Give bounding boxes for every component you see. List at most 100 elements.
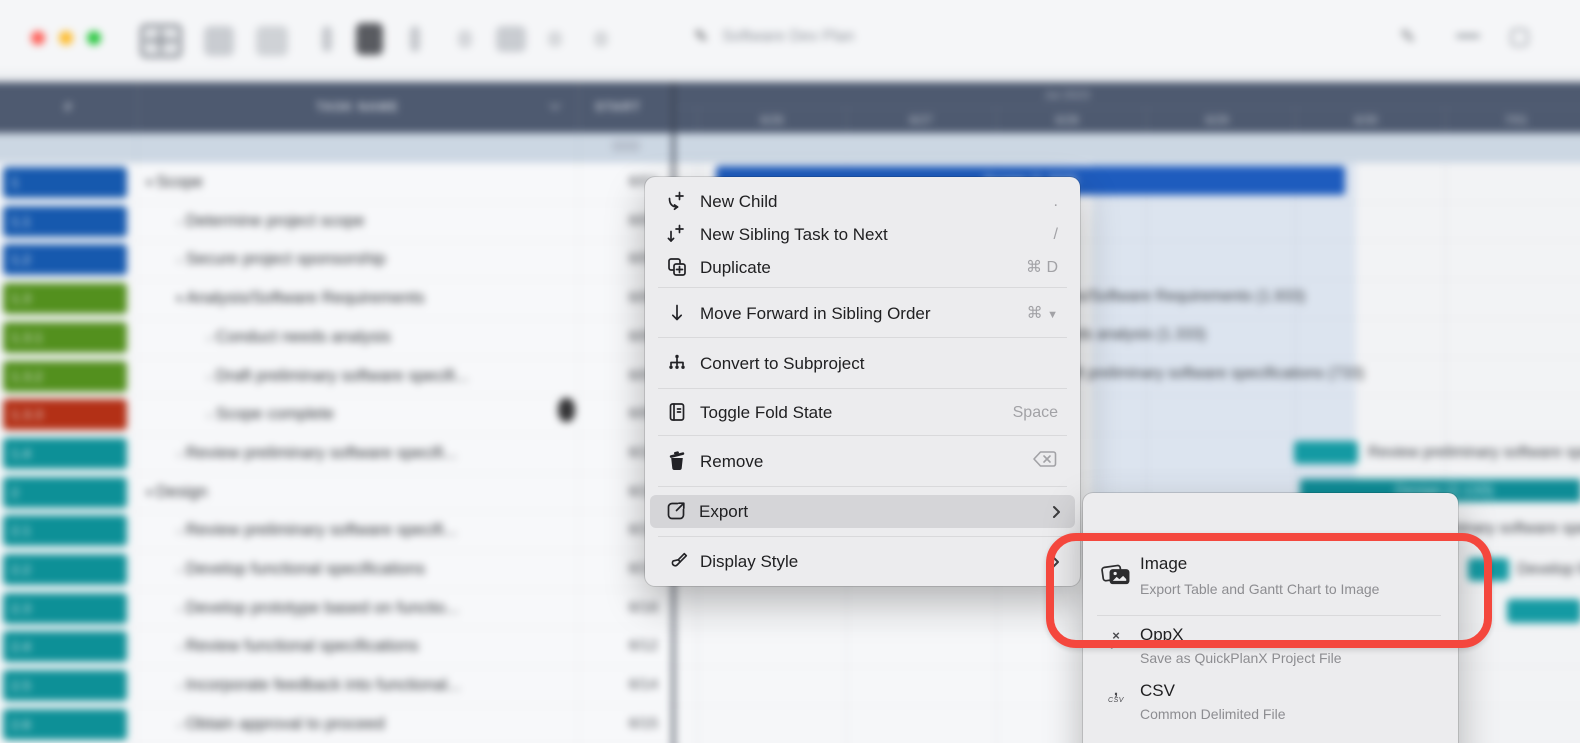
row-badge[interactable]: 2.3 xyxy=(3,593,127,624)
menu-separator xyxy=(658,337,1067,338)
submenu-chevron-icon xyxy=(1052,505,1061,524)
task-name[interactable]: ▾ Analysis/Software Requirements xyxy=(176,279,425,318)
task-name[interactable]: ○ Review functional specifications xyxy=(176,627,419,666)
panel-toggle-icon[interactable] xyxy=(356,23,383,55)
gantt-day-label: 6/26 xyxy=(742,107,802,133)
row-badge[interactable]: 1.3.3 xyxy=(3,399,127,430)
toolbar-icon-4[interactable] xyxy=(458,30,472,48)
task-bullet-icon: ○ xyxy=(206,333,216,345)
document-edit-icon: ✎ xyxy=(694,27,708,47)
row-badge[interactable]: 2.4 xyxy=(3,631,127,662)
start-date[interactable]: 6/16 xyxy=(574,589,658,628)
task-name[interactable]: ○ Determine project scope xyxy=(176,202,365,241)
task-bullet-icon: ○ xyxy=(176,217,186,229)
toolbar-icon-2[interactable] xyxy=(204,26,234,56)
task-name[interactable]: ○ Incorporate feedback into functional..… xyxy=(176,666,461,705)
task-name[interactable]: ○ Conduct needs analysis xyxy=(206,318,391,357)
minimize-window-button[interactable] xyxy=(59,31,73,45)
row-badge[interactable]: 2.6 xyxy=(3,709,127,740)
toolbar-icon-7[interactable] xyxy=(594,31,608,47)
annotation-highlight-ring xyxy=(1046,533,1492,648)
task-bullet-icon: ○ xyxy=(176,681,186,693)
menu-separator xyxy=(658,388,1067,389)
task-bullet-icon: ○ xyxy=(176,565,186,577)
menu-item-display-style[interactable]: Display Style xyxy=(651,545,1074,578)
edit-mode-icon[interactable]: ✎ xyxy=(1400,26,1416,49)
task-name[interactable]: ○ Review preliminary software specifi... xyxy=(176,434,457,473)
task-name[interactable]: ▾ Design xyxy=(146,473,208,512)
menu-item-convert-subproject[interactable]: Convert to Subproject xyxy=(651,347,1074,380)
start-date[interactable]: 6/12 xyxy=(574,627,658,666)
column-header-task-name: TASK NAME xyxy=(137,82,578,133)
gantt-bar-develop-prototype[interactable] xyxy=(1507,599,1580,623)
row-badge[interactable]: 1.1 xyxy=(3,206,127,237)
new-child-icon xyxy=(665,189,691,215)
row-badge[interactable]: 2.1 xyxy=(3,515,127,546)
task-bullet-icon: ○ xyxy=(206,410,216,422)
toolbar-icon-3[interactable] xyxy=(256,26,288,56)
start-date[interactable]: 6/14 xyxy=(574,666,658,705)
move-forward-icon xyxy=(665,301,691,327)
toolbar-divider-1 xyxy=(322,26,332,52)
gantt-bar-label: Develop functional specif xyxy=(1517,560,1580,580)
task-name[interactable]: ○ Scope complete xyxy=(206,395,334,434)
row-badge[interactable]: 1.2 xyxy=(3,244,127,275)
header-day-tick xyxy=(846,107,847,133)
task-name[interactable]: ▾ Scope xyxy=(146,163,203,202)
row-badge[interactable]: 2 xyxy=(3,477,127,508)
fold-twisty-icon[interactable]: ▾ xyxy=(176,291,186,306)
frame-icon[interactable] xyxy=(1510,28,1529,47)
titlebar-gap xyxy=(0,71,1580,82)
row-badge[interactable]: 1.3 xyxy=(3,283,127,314)
task-bullet-icon: ○ xyxy=(176,604,186,616)
menu-item-move-forward[interactable]: Move Forward in Sibling Order ⌘ ▼ xyxy=(651,297,1074,330)
row-badge[interactable]: 1.3.2 xyxy=(3,361,127,392)
paintbrush-icon xyxy=(665,549,691,575)
header-day-tick xyxy=(697,107,698,133)
menu-item-new-sibling[interactable]: New Sibling Task to Next / xyxy=(651,218,1074,251)
row-badge[interactable]: 1 xyxy=(3,167,127,198)
gantt-month-label: Jul 2023 xyxy=(987,82,1147,107)
zoom-window-button[interactable] xyxy=(87,31,101,45)
task-name[interactable]: ○ Review preliminary software specifi... xyxy=(176,511,457,550)
task-bullet-icon: ○ xyxy=(176,642,186,654)
header-day-tick xyxy=(1146,107,1147,133)
header-day-tick xyxy=(1445,107,1446,133)
start-date[interactable]: 6/15 xyxy=(574,705,658,743)
view-layout-icon[interactable] xyxy=(140,24,182,58)
row-badge[interactable]: 1.3.1 xyxy=(3,322,127,353)
toolbar-icon-5[interactable] xyxy=(496,26,526,52)
menu-item-new-child[interactable]: New Child . xyxy=(651,185,1074,218)
menu-item-remove[interactable]: Remove xyxy=(651,445,1074,478)
row-badge[interactable]: 1.4 xyxy=(3,438,127,469)
toolbar-icon-6[interactable] xyxy=(548,31,562,47)
task-name[interactable]: ○ Secure project sponsorship xyxy=(176,240,386,279)
gantt-day-label: 6/29 xyxy=(1187,107,1247,133)
close-window-button[interactable] xyxy=(31,31,45,45)
task-name[interactable]: ○ Obtain approval to proceed xyxy=(176,705,385,743)
menu-separator xyxy=(658,486,1067,487)
menu-item-toggle-fold[interactable]: Toggle Fold State Space xyxy=(651,396,1074,429)
header-day-tick xyxy=(996,107,997,133)
new-sibling-icon xyxy=(665,222,691,248)
row-badge[interactable]: 2.5 xyxy=(3,670,127,701)
task-name[interactable]: ○ Draft preliminary software specifi... xyxy=(206,357,469,396)
gantt-bar-review-preliminary[interactable] xyxy=(1294,441,1358,464)
column-header-num: # xyxy=(0,82,137,133)
menu-item-duplicate[interactable]: Duplicate ⌘ D xyxy=(651,251,1074,284)
row-badge[interactable]: 2.2 xyxy=(3,554,127,585)
task-name[interactable]: ○ Develop functional specifications xyxy=(176,550,425,589)
table-row-line xyxy=(0,395,672,396)
fold-twisty-icon[interactable]: ▾ xyxy=(146,175,156,190)
gantt-day-label: 6/30 xyxy=(1336,107,1396,133)
context-menu: New Child . New Sibling Task to Next / D… xyxy=(645,177,1080,586)
task-bullet-icon: ○ xyxy=(176,526,186,538)
task-bullet-icon: ○ xyxy=(176,449,186,461)
task-name[interactable]: ○ Develop prototype based on functio... xyxy=(176,589,459,628)
mouse-cursor xyxy=(558,398,575,422)
backspace-icon xyxy=(1032,448,1058,481)
fold-twisty-icon[interactable]: ▾ xyxy=(146,485,156,500)
collapse-toolbar-icon[interactable] xyxy=(1456,34,1480,38)
gantt-bar-label: Draft preliminary software specification… xyxy=(1050,364,1364,384)
menu-item-export[interactable]: Export xyxy=(650,495,1075,528)
